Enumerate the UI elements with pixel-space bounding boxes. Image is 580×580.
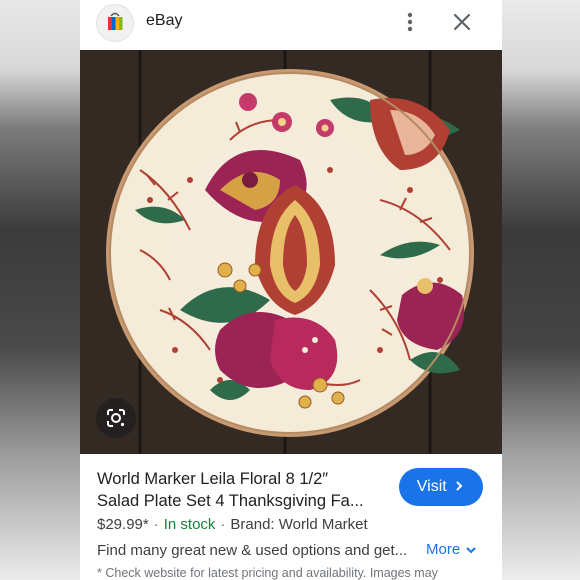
separator-dot: · [153, 516, 159, 533]
description: Find many great new & used options and g… [97, 542, 408, 559]
price: $29.99* [97, 516, 149, 533]
card-header: eBay [80, 0, 502, 48]
price-row: $29.99* · In stock · Brand: World Market [97, 516, 368, 533]
background-blur-right [502, 0, 580, 580]
visit-button[interactable]: Visit [399, 468, 483, 506]
separator-dot: · [220, 516, 226, 533]
more-button[interactable]: More [426, 541, 478, 558]
google-lens-icon[interactable] [96, 398, 136, 438]
brand: Brand: World Market [230, 516, 368, 533]
more-label: More [426, 541, 461, 558]
chevron-down-icon [466, 547, 477, 554]
chevron-right-icon [456, 481, 463, 491]
product-image[interactable] [80, 50, 502, 454]
plate-photo [80, 50, 502, 454]
result-card: eBay World Marker Leila Floral 8 1/2″ Sa… [80, 0, 502, 580]
close-icon[interactable] [450, 10, 474, 34]
title-line-2: Salad Plate Set 4 Thanksgiving Fa... [97, 492, 364, 510]
disclaimer: * Check website for latest pricing and a… [97, 566, 438, 580]
background-blur-left [0, 0, 80, 580]
visit-label: Visit [416, 478, 447, 495]
stock-status: In stock [163, 516, 216, 533]
site-name[interactable]: eBay [146, 12, 182, 30]
more-vert-icon[interactable] [402, 10, 418, 34]
title-line-1: World Marker Leila Floral 8 1/2″ [97, 470, 329, 488]
ebay-bag-icon[interactable] [96, 4, 134, 42]
product-title[interactable]: World Marker Leila Floral 8 1/2″ Salad P… [97, 468, 387, 512]
